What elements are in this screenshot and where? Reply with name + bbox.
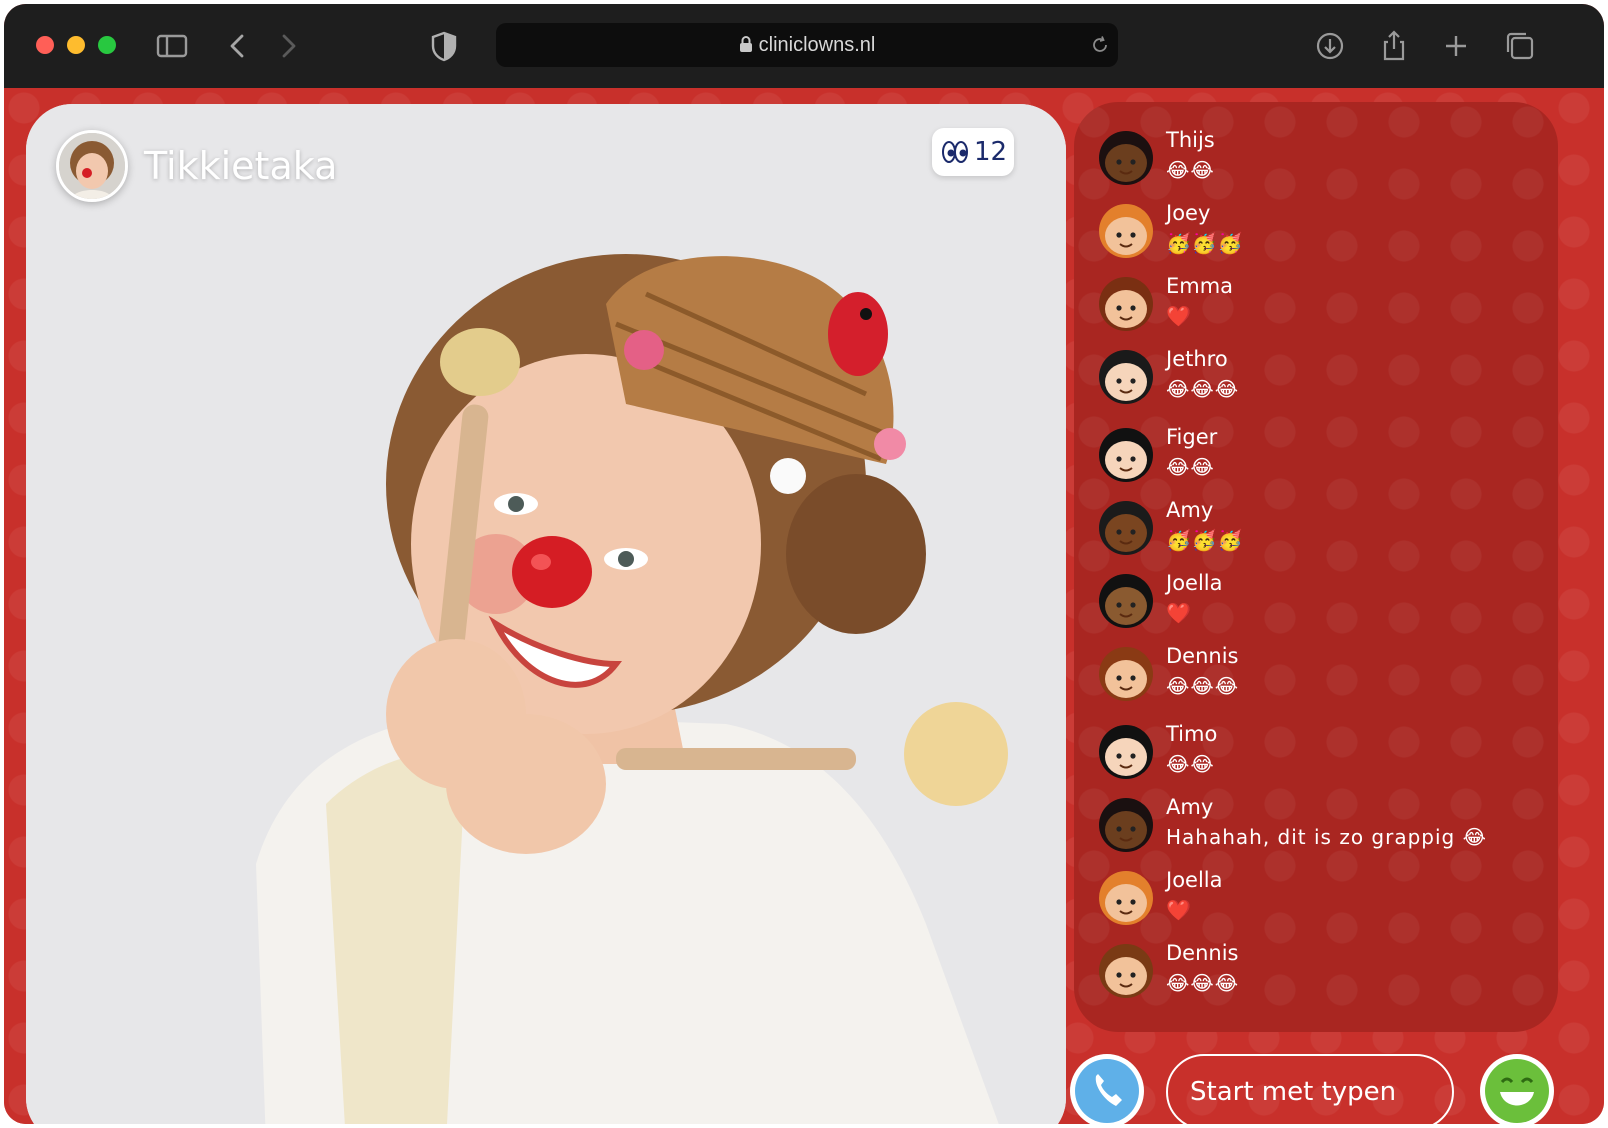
user-avatar [1099, 501, 1153, 555]
emoji-icon [1485, 1059, 1549, 1123]
url-text: cliniclowns.nl [496, 34, 1118, 57]
chat-message: Jethro 😂😂😂 [1098, 347, 1538, 417]
chat-username: Joey [1166, 201, 1211, 225]
address-bar[interactable]: cliniclowns.nl [496, 23, 1118, 67]
chat-message: Dennis 😂😂😂 [1098, 941, 1538, 1011]
user-avatar [1099, 204, 1153, 258]
chat-message-input[interactable] [1166, 1054, 1454, 1124]
tabs-icon[interactable] [1502, 28, 1538, 64]
maximize-window-button[interactable] [98, 36, 116, 54]
shield-icon[interactable] [426, 28, 462, 64]
eyes-icon [942, 141, 968, 163]
chat-message-text: 😂😂 [1166, 455, 1215, 479]
chat-username: Dennis [1166, 941, 1239, 965]
chat-message: Joella ❤️ [1098, 868, 1538, 938]
user-avatar [1099, 725, 1153, 779]
new-tab-icon[interactable] [1438, 28, 1474, 64]
chat-panel[interactable]: Thijs 😂😂 Joey 🥳🥳🥳 Emma ❤️ Jethro 😂😂😂 Figer 😂😂 Amy 🥳… [1074, 102, 1558, 1032]
download-icon[interactable] [1312, 28, 1348, 64]
reload-icon[interactable] [1090, 35, 1110, 55]
page-content: Tikkietaka 12 Thijs 😂😂 Joey 🥳🥳🥳 Emma ❤️ Jethro… [4, 88, 1604, 1124]
user-avatar [1099, 350, 1153, 404]
chat-message-text: Hahahah, dit is zo grappig 😂 [1166, 825, 1487, 849]
chat-message-text: 😂😂😂 [1166, 971, 1240, 995]
user-avatar [1099, 277, 1153, 331]
viewer-count: 12 [974, 137, 1008, 167]
host-name: Tikkietaka [144, 144, 338, 188]
chat-message-text: 🥳🥳🥳 [1166, 231, 1244, 255]
chat-username: Amy [1166, 498, 1214, 522]
chat-message-text: ❤️ [1166, 304, 1192, 328]
user-avatar [1099, 871, 1153, 925]
chat-username: Timo [1166, 722, 1218, 746]
chat-message-text: ❤️ [1166, 898, 1192, 922]
user-avatar [1099, 574, 1153, 628]
chat-username: Figer [1166, 425, 1218, 449]
chat-message-text: 🥳🥳🥳 [1166, 528, 1244, 552]
emoji-button[interactable] [1480, 1054, 1554, 1124]
chat-username: Joella [1166, 571, 1223, 595]
viewer-count-badge: 12 [932, 128, 1014, 176]
browser-toolbar: cliniclowns.nl [4, 4, 1604, 88]
clown-performer-image [26, 104, 1066, 1124]
user-avatar [1099, 647, 1153, 701]
livestream-video[interactable]: Tikkietaka 12 [26, 104, 1066, 1124]
chat-username: Joella [1166, 868, 1223, 892]
share-icon[interactable] [1376, 28, 1412, 64]
chat-message: Figer 😂😂 [1098, 425, 1538, 495]
chat-message-text: 😂😂 [1166, 752, 1215, 776]
user-avatar [1099, 428, 1153, 482]
chat-message-text: 😂😂😂 [1166, 674, 1240, 698]
chat-username: Thijs [1166, 128, 1215, 152]
phone-icon [1075, 1059, 1139, 1123]
lock-icon [739, 36, 752, 52]
close-window-button[interactable] [36, 36, 54, 54]
chat-message: Joella ❤️ [1098, 571, 1538, 641]
sidebar-icon[interactable] [154, 28, 190, 64]
chat-message-text: ❤️ [1166, 601, 1192, 625]
call-button[interactable] [1070, 1054, 1144, 1124]
chat-username: Jethro [1166, 347, 1228, 371]
host-avatar-image [59, 133, 125, 199]
chat-composer [1064, 1048, 1604, 1124]
browser-window: cliniclowns.nl Tikkietaka 12 Thijs 😂😂 Jo… [4, 4, 1604, 1124]
chat-message-text: 😂😂😂 [1166, 377, 1240, 401]
back-icon[interactable] [220, 28, 256, 64]
chat-message: Thijs 😂😂 [1098, 128, 1538, 198]
chat-username: Dennis [1166, 644, 1239, 668]
chat-username: Emma [1166, 274, 1234, 298]
chat-message: Dennis 😂😂😂 [1098, 644, 1538, 714]
chat-message: Emma ❤️ [1098, 274, 1538, 344]
url-label: cliniclowns.nl [758, 34, 876, 56]
chat-message: Timo 😂😂 [1098, 722, 1538, 792]
user-avatar [1099, 944, 1153, 998]
host-avatar[interactable] [56, 130, 128, 202]
chat-username: Amy [1166, 795, 1214, 819]
user-avatar [1099, 798, 1153, 852]
chat-message: Joey 🥳🥳🥳 [1098, 201, 1538, 271]
user-avatar [1099, 131, 1153, 185]
chat-message: Amy Hahahah, dit is zo grappig 😂 [1098, 795, 1538, 865]
chat-message-text: 😂😂 [1166, 158, 1215, 182]
chat-message: Amy 🥳🥳🥳 [1098, 498, 1538, 568]
minimize-window-button[interactable] [67, 36, 85, 54]
forward-icon[interactable] [270, 28, 306, 64]
